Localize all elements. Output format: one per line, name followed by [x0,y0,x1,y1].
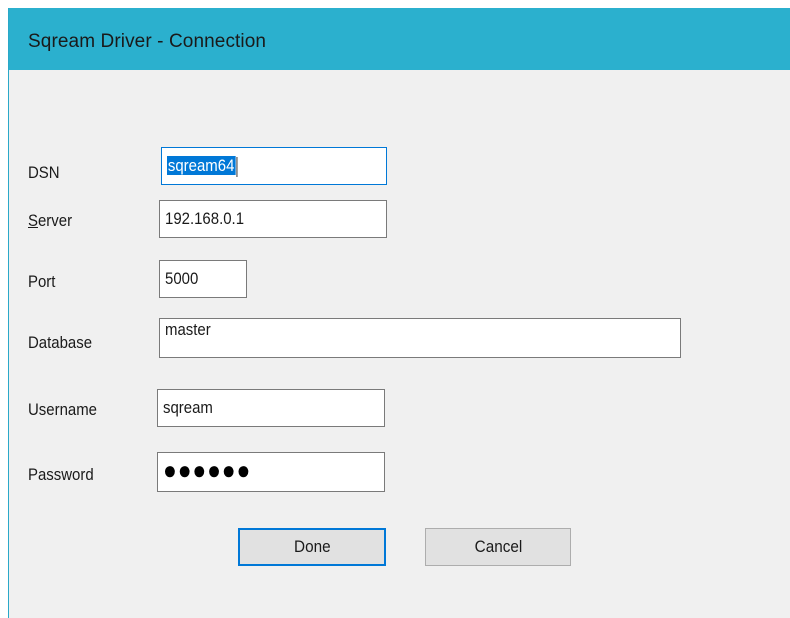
server-input[interactable]: 192.168.0.1 [159,200,387,238]
server-label-rest: erver [37,211,73,230]
password-input[interactable]: ●●●●●● [157,452,385,492]
window-title: Sqream Driver - Connection [28,31,267,52]
database-label: Database [28,333,93,352]
password-label: Password [28,465,94,484]
done-button[interactable]: Done [238,528,386,566]
text-caret [236,156,238,177]
database-input[interactable]: master [159,318,681,358]
server-label-hotkey: S [28,211,38,230]
cancel-button-label: Cancel [474,537,522,556]
dsn-label: DSN [28,163,60,182]
username-label: Username [28,400,98,419]
server-label: Server [28,211,72,231]
dsn-value: sqream64 [167,156,236,175]
password-mask: ●●●●●● [163,455,252,485]
connection-dialog: Sqream Driver - Connection DSN sqream64 … [8,8,790,618]
port-value: 5000 [165,269,199,288]
username-value: sqream [163,398,213,417]
server-value: 192.168.0.1 [165,209,245,228]
port-label: Port [28,272,56,291]
done-button-label: Done [293,537,331,556]
dsn-input[interactable]: sqream64 [161,147,387,185]
cancel-button[interactable]: Cancel [425,528,571,566]
database-value: master [165,320,211,339]
username-input[interactable]: sqream [157,389,385,427]
port-input[interactable]: 5000 [159,260,247,298]
title-bar[interactable]: Sqream Driver - Connection [9,8,790,70]
